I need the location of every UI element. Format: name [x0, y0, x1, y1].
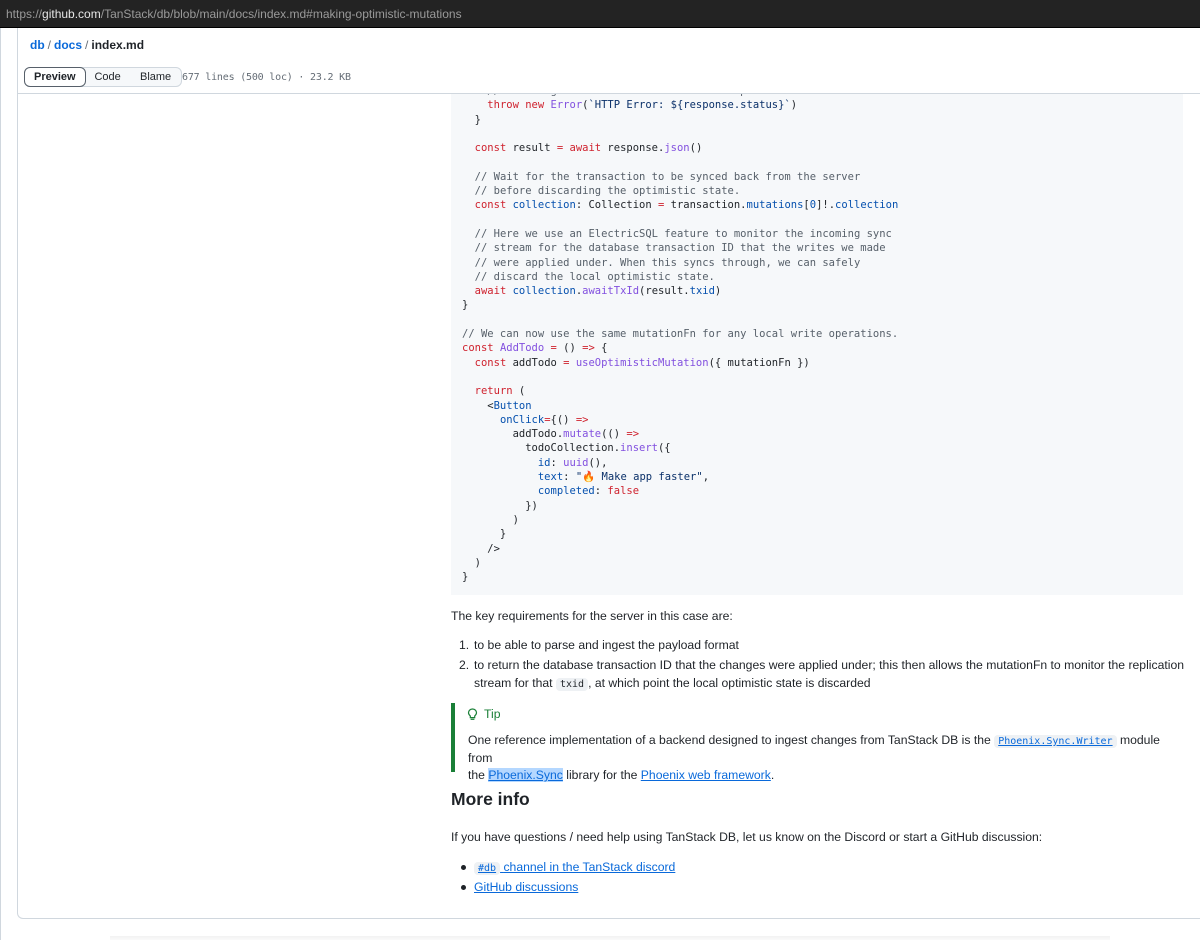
list-bullet	[461, 865, 466, 870]
tip-title: Tip	[467, 707, 500, 721]
list-item-number: 1.	[459, 638, 470, 652]
requirement-2-line-1: to return the database transaction ID th…	[474, 658, 1185, 672]
view-mode-tabs: Preview Code Blame	[24, 67, 182, 87]
code-block: // Throwing an error will rollback the o…	[451, 94, 1183, 595]
more-info-text: If you have questions / need help using …	[451, 830, 1043, 844]
lightbulb-icon	[467, 707, 478, 720]
phoenix-sync-link[interactable]: Phoenix.Sync	[488, 768, 563, 782]
browser-url-bar[interactable]: https://github.com/TanStack/db/blob/main…	[0, 0, 1200, 28]
phoenix-web-framework-link[interactable]: Phoenix web framework	[641, 768, 771, 782]
breadcrumb: db / docs / index.md	[30, 38, 145, 52]
breadcrumb-docs-link[interactable]: docs	[54, 38, 82, 52]
github-discussions-link[interactable]: GitHub discussions	[474, 880, 578, 894]
discord-channel-link[interactable]: #db channel in the TanStack discord	[474, 860, 675, 875]
tab-preview[interactable]: Preview	[24, 67, 86, 87]
breadcrumb-current-file: index.md	[91, 38, 145, 52]
bottom-shadow	[110, 936, 1110, 940]
tip-body: One reference implementation of a backen…	[468, 733, 1160, 782]
txid-code: txid	[555, 678, 589, 691]
list-item: GitHub discussions	[474, 878, 578, 896]
file-info: 677 lines (500 loc) · 23.2 KB	[182, 72, 351, 83]
left-rail	[0, 28, 1, 940]
tab-blame[interactable]: Blame	[131, 68, 181, 86]
phoenix-sync-writer-link[interactable]: Phoenix.Sync.Writer	[994, 733, 1117, 748]
requirement-1: to be able to parse and ingest the paylo…	[474, 638, 739, 652]
list-item-number: 2.	[459, 658, 470, 672]
requirements-intro: The key requirements for the server in t…	[451, 609, 733, 623]
breadcrumb-repo-link[interactable]: db	[30, 38, 45, 52]
url-text[interactable]: https://github.com/TanStack/db/blob/main…	[6, 7, 462, 21]
tip-callout: Tip One reference implementation of a ba…	[451, 703, 1183, 782]
list-bullet	[461, 885, 466, 890]
more-info-heading: More info	[451, 789, 530, 809]
tab-code[interactable]: Code	[85, 68, 131, 86]
code-content: // Throwing an error will rollback the o…	[462, 94, 899, 584]
list-item: #db channel in the TanStack discord	[474, 858, 675, 878]
requirement-2: to return the database transaction ID th…	[474, 658, 1185, 691]
